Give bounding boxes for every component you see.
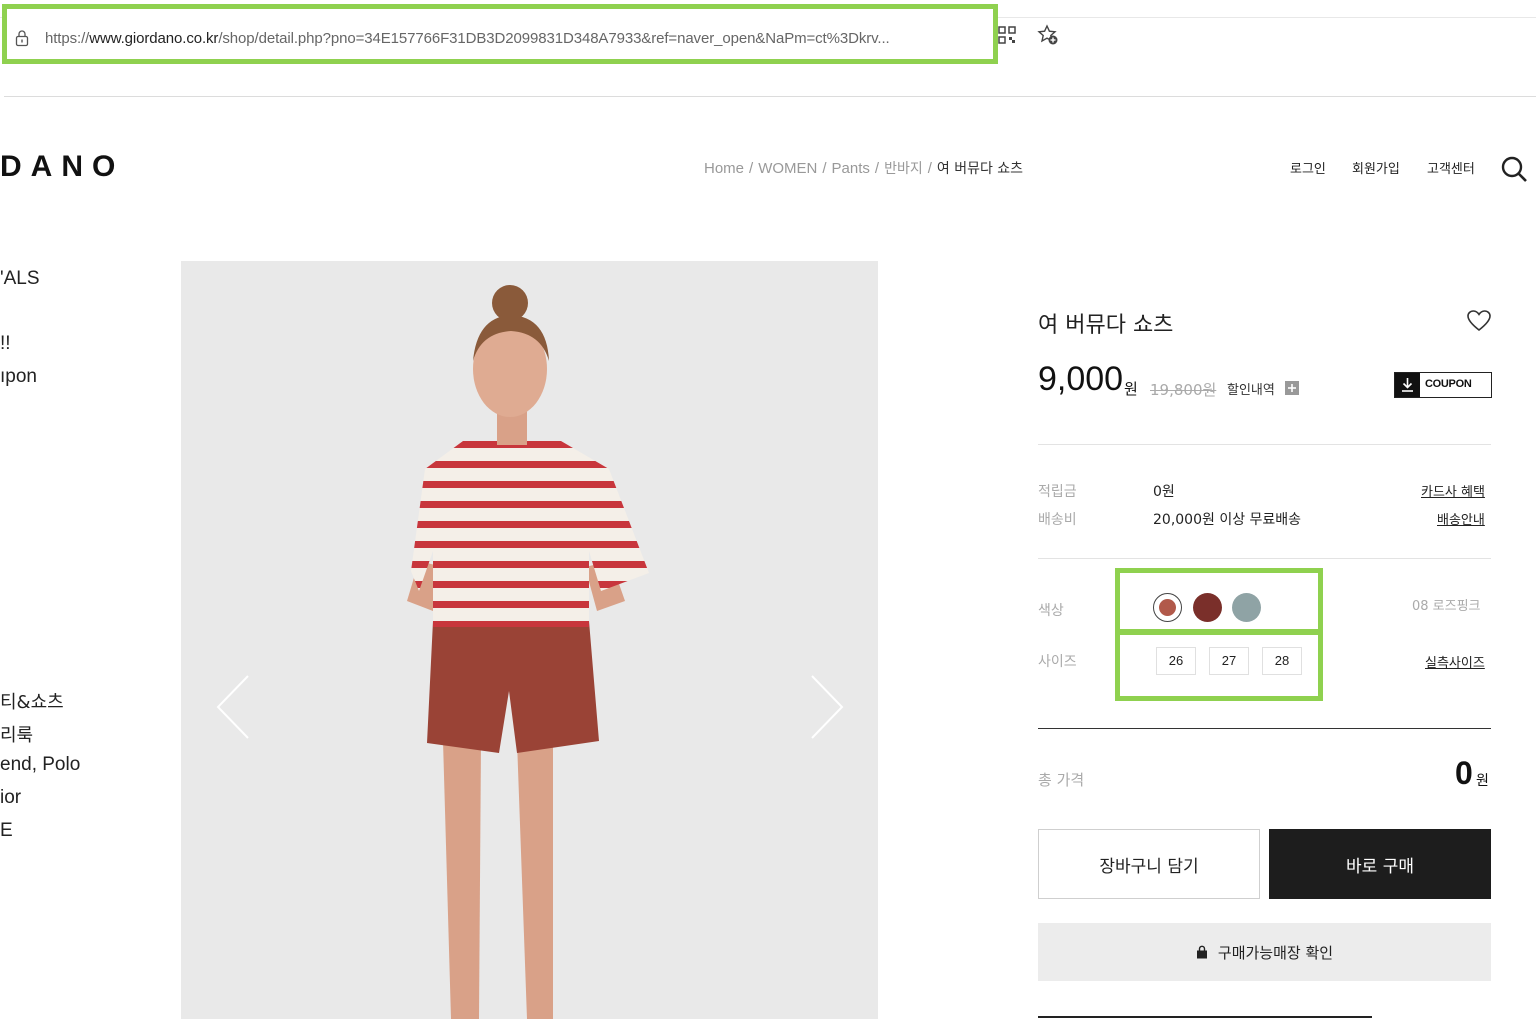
breadcrumb-sep: / (874, 160, 880, 177)
shipping-info-link[interactable]: 배송안내 (1437, 509, 1485, 528)
divider (1038, 558, 1491, 559)
url-path: /shop/detail.php?pno=34E157766F31DB3D209… (218, 30, 890, 47)
points-value: 0원 (1153, 484, 1175, 500)
nav-signup[interactable]: 회원가입 (1352, 158, 1400, 177)
tab-underline (1038, 1016, 1372, 1018)
price-unit: 원 (1124, 380, 1138, 398)
prev-image-arrow[interactable] (214, 672, 254, 742)
breadcrumb-women[interactable]: WOMEN (758, 160, 817, 177)
check-store-label: 구매가능매장 확인 (1217, 943, 1334, 962)
sidebar-item[interactable]: 리룩 (0, 721, 33, 747)
check-store-button[interactable]: 구매가능매장 확인 (1038, 923, 1491, 981)
breadcrumb-pants[interactable]: Pants (832, 160, 870, 177)
url-domain: www.giordano.co.kr (89, 30, 219, 47)
breadcrumb: Home / WOMEN / Pants / 반바지 / 여 버뮤다 쇼츠 (704, 158, 1023, 178)
sidebar-item[interactable]: E (0, 820, 13, 842)
size-chart-link[interactable]: 실측사이즈 (1425, 652, 1485, 671)
browser-toolbar: https://www.giordano.co.kr/shop/detail.p… (0, 0, 1536, 97)
size-option-26[interactable]: 26 (1156, 647, 1196, 675)
divider (1038, 444, 1491, 445)
shipping-value: 20,000원 이상 무료배송 (1153, 512, 1302, 528)
size-option-27[interactable]: 27 (1209, 647, 1249, 675)
coupon-label: COUPON (1425, 378, 1472, 390)
sidebar-item[interactable]: 'ALS (0, 268, 40, 290)
plus-icon[interactable] (1285, 381, 1299, 395)
divider (1038, 728, 1491, 729)
points-label: 적립금 (1038, 484, 1077, 500)
heart-icon[interactable] (1466, 309, 1492, 333)
buy-now-button[interactable]: 바로 구매 (1269, 829, 1491, 899)
size-label: 사이즈 (1038, 654, 1077, 670)
color-swatch[interactable] (1232, 593, 1261, 622)
model-illustration (407, 285, 649, 1019)
sidebar-item[interactable]: end, Polo (0, 754, 80, 776)
nav-login[interactable]: 로그인 (1290, 158, 1326, 177)
favorite-add-icon[interactable] (1037, 24, 1059, 46)
toolbar-border (4, 96, 1536, 97)
selected-color-name: 08 로즈핑크 (1412, 599, 1481, 614)
size-option-28[interactable]: 28 (1262, 647, 1302, 675)
product-image (181, 261, 878, 1019)
lock-icon[interactable] (15, 29, 29, 47)
add-to-cart-button[interactable]: 장바구니 담기 (1038, 829, 1260, 899)
color-label: 색상 (1038, 603, 1064, 619)
breadcrumb-sep: / (749, 160, 754, 177)
card-benefit-link[interactable]: 카드사 혜택 (1421, 481, 1485, 500)
shipping-label: 배송비 (1038, 512, 1077, 528)
sidebar-item[interactable]: ıpon (0, 366, 37, 388)
breadcrumb-home[interactable]: Home (704, 160, 744, 177)
sidebar-item[interactable]: !! (0, 333, 11, 355)
color-swatch[interactable] (1193, 593, 1222, 622)
url-text[interactable]: https://www.giordano.co.kr/shop/detail.p… (45, 30, 890, 47)
total-price-value: 0 (1455, 755, 1473, 791)
url-prefix: https:// (45, 30, 90, 47)
total-price-label: 총 가격 (1038, 771, 1085, 789)
site-logo[interactable]: DANO (0, 150, 124, 184)
discount-details-label[interactable]: 할인내역 (1227, 379, 1275, 398)
sidebar-item[interactable]: 티&쇼츠 (0, 688, 64, 714)
breadcrumb-shorts[interactable]: 반바지 (884, 161, 923, 177)
address-bar[interactable]: https://www.giordano.co.kr/shop/detail.p… (2, 4, 998, 64)
coupon-button[interactable]: COUPON (1394, 372, 1492, 398)
search-icon[interactable] (1500, 155, 1528, 183)
next-image-arrow[interactable] (806, 672, 846, 742)
buy-now-label: 바로 구매 (1346, 856, 1414, 877)
color-swatch-selected[interactable] (1153, 593, 1182, 622)
add-to-cart-label: 장바구니 담기 (1099, 856, 1199, 877)
nav-customer-center[interactable]: 고객센터 (1427, 158, 1475, 177)
sale-price: 9,000 (1038, 360, 1124, 398)
total-price-unit: 원 (1476, 773, 1489, 789)
sidebar-item[interactable]: ior (0, 787, 21, 809)
breadcrumb-current: 여 버뮤다 쇼츠 (936, 161, 1024, 177)
product-title: 여 버뮤다 쇼츠 (1038, 313, 1174, 338)
download-icon (1395, 373, 1420, 397)
qr-grid-icon[interactable] (996, 24, 1018, 46)
breadcrumb-sep: / (927, 160, 932, 177)
bag-lock-icon (1196, 945, 1207, 959)
original-price: 19,800원 (1150, 381, 1217, 399)
breadcrumb-sep: / (822, 160, 827, 177)
